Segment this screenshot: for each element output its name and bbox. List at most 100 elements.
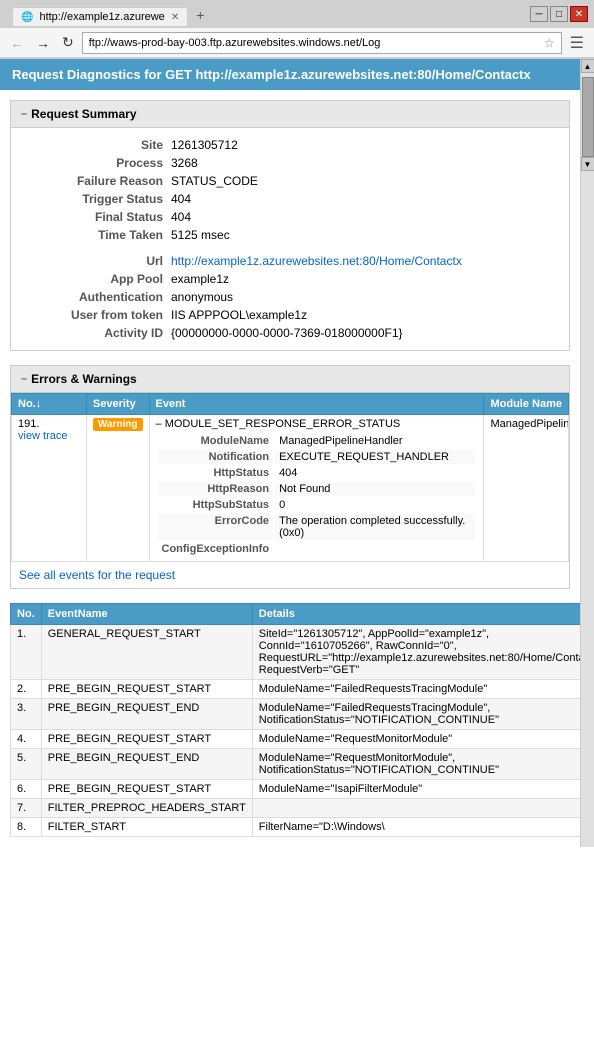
maximize-button[interactable]: □ bbox=[550, 6, 568, 22]
summary-row-url: Url http://example1z.azurewebsites.net:8… bbox=[11, 252, 569, 270]
refresh-button[interactable]: ↻ bbox=[58, 32, 78, 53]
errors-title: Errors & Warnings bbox=[31, 372, 137, 386]
new-tab-button[interactable]: + bbox=[188, 4, 212, 26]
event-row: 4. PRE_BEGIN_REQUEST_START ModuleName="R… bbox=[11, 730, 581, 749]
detail-value: ManagedPipelineHandler bbox=[275, 434, 475, 448]
error-row-191: 191. view trace Warning – MODULE_SET_RES… bbox=[12, 415, 569, 562]
error-module: ManagedPipelineHa bbox=[484, 415, 569, 562]
events-header-row: No. EventName Details Time bbox=[11, 604, 581, 625]
error-severity: Warning bbox=[86, 415, 149, 562]
page-title: Request Diagnostics for GET http://examp… bbox=[12, 67, 531, 82]
section-title: Request Summary bbox=[31, 107, 136, 121]
col-event: Event bbox=[149, 394, 484, 415]
activity-label: Activity ID bbox=[11, 326, 171, 340]
tab-favicon: 🌐 bbox=[21, 12, 33, 23]
auth-label: Authentication bbox=[11, 290, 171, 304]
bookmark-icon[interactable]: ☆ bbox=[544, 36, 555, 50]
summary-row-trigger: Trigger Status 404 bbox=[11, 190, 569, 208]
col-no: No.↓ bbox=[12, 394, 87, 415]
tab-bar: 🌐 http://example1z.azurewe ✕ + bbox=[6, 2, 218, 26]
detail-label: Notification bbox=[158, 450, 274, 464]
summary-row-apppool: App Pool example1z bbox=[11, 270, 569, 288]
event-no: 6. bbox=[11, 780, 42, 799]
tab-close-button[interactable]: ✕ bbox=[171, 12, 179, 23]
detail-row: ErrorCode The operation completed succes… bbox=[158, 514, 476, 540]
summary-row-final: Final Status 404 bbox=[11, 208, 569, 226]
scroll-up-button[interactable]: ▲ bbox=[581, 59, 594, 73]
scroll-down-button[interactable]: ▼ bbox=[581, 157, 594, 171]
event-details: SiteId="1261305712", AppPoolId="example1… bbox=[252, 625, 580, 680]
trigger-label: Trigger Status bbox=[11, 192, 171, 206]
trigger-value: 404 bbox=[171, 192, 191, 206]
user-label: User from token bbox=[11, 308, 171, 322]
detail-label: HttpSubStatus bbox=[158, 498, 274, 512]
event-no: 1. bbox=[11, 625, 42, 680]
detail-row: Notification EXECUTE_REQUEST_HANDLER bbox=[158, 450, 476, 464]
view-trace-link[interactable]: view trace bbox=[18, 430, 68, 442]
summary-row-activity: Activity ID {00000000-0000-0000-7369-018… bbox=[11, 324, 569, 342]
detail-label: ModuleName bbox=[158, 434, 274, 448]
errors-collapse-icon[interactable]: – bbox=[21, 373, 27, 385]
detail-row: ModuleName ManagedPipelineHandler bbox=[158, 434, 476, 448]
request-summary-header: – Request Summary bbox=[11, 101, 569, 128]
detail-value: 0 bbox=[275, 498, 475, 512]
browser-tab[interactable]: 🌐 http://example1z.azurewe ✕ bbox=[12, 7, 188, 26]
error-event: – MODULE_SET_RESPONSE_ERROR_STATUS Modul… bbox=[149, 415, 484, 562]
event-row: 8. FILTER_START FilterName="D:\Windows\ … bbox=[11, 818, 581, 837]
event-details bbox=[252, 799, 580, 818]
event-details: ModuleName="FailedRequestsTracingModule" bbox=[252, 680, 580, 699]
apppool-value: example1z bbox=[171, 272, 229, 286]
detail-value: Not Found bbox=[275, 482, 475, 496]
detail-label: ErrorCode bbox=[158, 514, 274, 540]
event-row: 3. PRE_BEGIN_REQUEST_END ModuleName="Fai… bbox=[11, 699, 581, 730]
failure-label: Failure Reason bbox=[11, 174, 171, 188]
event-row: 5. PRE_BEGIN_REQUEST_END ModuleName="Req… bbox=[11, 749, 581, 780]
event-details: FilterName="D:\Windows\ bbox=[252, 818, 580, 837]
close-button[interactable]: ✕ bbox=[570, 6, 588, 22]
event-name: PRE_BEGIN_REQUEST_START bbox=[41, 780, 252, 799]
scroll-thumb[interactable] bbox=[582, 77, 594, 157]
collapse-icon[interactable]: – bbox=[21, 108, 27, 120]
window-controls: ─ □ ✕ bbox=[530, 6, 588, 22]
event-row: 2. PRE_BEGIN_REQUEST_START ModuleName="F… bbox=[11, 680, 581, 699]
process-value: 3268 bbox=[171, 156, 198, 170]
detail-table: ModuleName ManagedPipelineHandler Notifi… bbox=[156, 432, 478, 558]
minimize-button[interactable]: ─ bbox=[530, 6, 548, 22]
process-label: Process bbox=[11, 156, 171, 170]
tab-title: http://example1z.azurewe bbox=[39, 11, 164, 23]
detail-row: HttpReason Not Found bbox=[158, 482, 476, 496]
url-value: http://example1z.azurewebsites.net:80/Ho… bbox=[171, 254, 462, 268]
col-module: Module Name bbox=[484, 394, 569, 415]
url-link[interactable]: http://example1z.azurewebsites.net:80/Ho… bbox=[171, 254, 462, 268]
auth-value: anonymous bbox=[171, 290, 233, 304]
event-no: 8. bbox=[11, 818, 42, 837]
errors-table: No.↓ Severity Event Module Name 191. vie… bbox=[11, 393, 569, 562]
event-details: ModuleName="IsapiFilterModule" bbox=[252, 780, 580, 799]
activity-value: {00000000-0000-0000-7369-018000000F1} bbox=[171, 326, 403, 340]
main-scrollbar-area: Request Diagnostics for GET http://examp… bbox=[0, 59, 594, 847]
forward-button[interactable]: → bbox=[32, 33, 54, 53]
detail-label: HttpStatus bbox=[158, 466, 274, 480]
vertical-scrollbar[interactable]: ▲ ▼ bbox=[580, 59, 594, 847]
event-no: 5. bbox=[11, 749, 42, 780]
col-severity: Severity bbox=[86, 394, 149, 415]
back-button[interactable]: ← bbox=[6, 33, 28, 53]
event-name: PRE_BEGIN_REQUEST_START bbox=[41, 680, 252, 699]
event-details: ModuleName="RequestMonitorModule", Notif… bbox=[252, 749, 580, 780]
errors-header: – Errors & Warnings bbox=[11, 366, 569, 393]
events-col-details: Details bbox=[252, 604, 580, 625]
nav-bar: ← → ↻ ftp://waws-prod-bay-003.ftp.azurew… bbox=[0, 28, 594, 58]
summary-table: Site 1261305712 Process 3268 Failure Rea… bbox=[11, 128, 569, 350]
address-bar[interactable]: ftp://waws-prod-bay-003.ftp.azurewebsite… bbox=[82, 32, 562, 54]
menu-icon[interactable]: ☰ bbox=[566, 31, 588, 55]
error-no: 191. view trace bbox=[12, 415, 87, 562]
detail-value: The operation completed successfully. (0… bbox=[275, 514, 475, 540]
apppool-label: App Pool bbox=[11, 272, 171, 286]
summary-row-time: Time Taken 5125 msec bbox=[11, 226, 569, 244]
see-events-link[interactable]: See all events for the request bbox=[11, 562, 569, 588]
event-row: 6. PRE_BEGIN_REQUEST_START ModuleName="I… bbox=[11, 780, 581, 799]
summary-row-failure: Failure Reason STATUS_CODE bbox=[11, 172, 569, 190]
user-value: IIS APPPOOL\example1z bbox=[171, 308, 307, 322]
event-name: GENERAL_REQUEST_START bbox=[41, 625, 252, 680]
events-table: No. EventName Details Time 1. GENERAL_RE… bbox=[10, 603, 580, 837]
